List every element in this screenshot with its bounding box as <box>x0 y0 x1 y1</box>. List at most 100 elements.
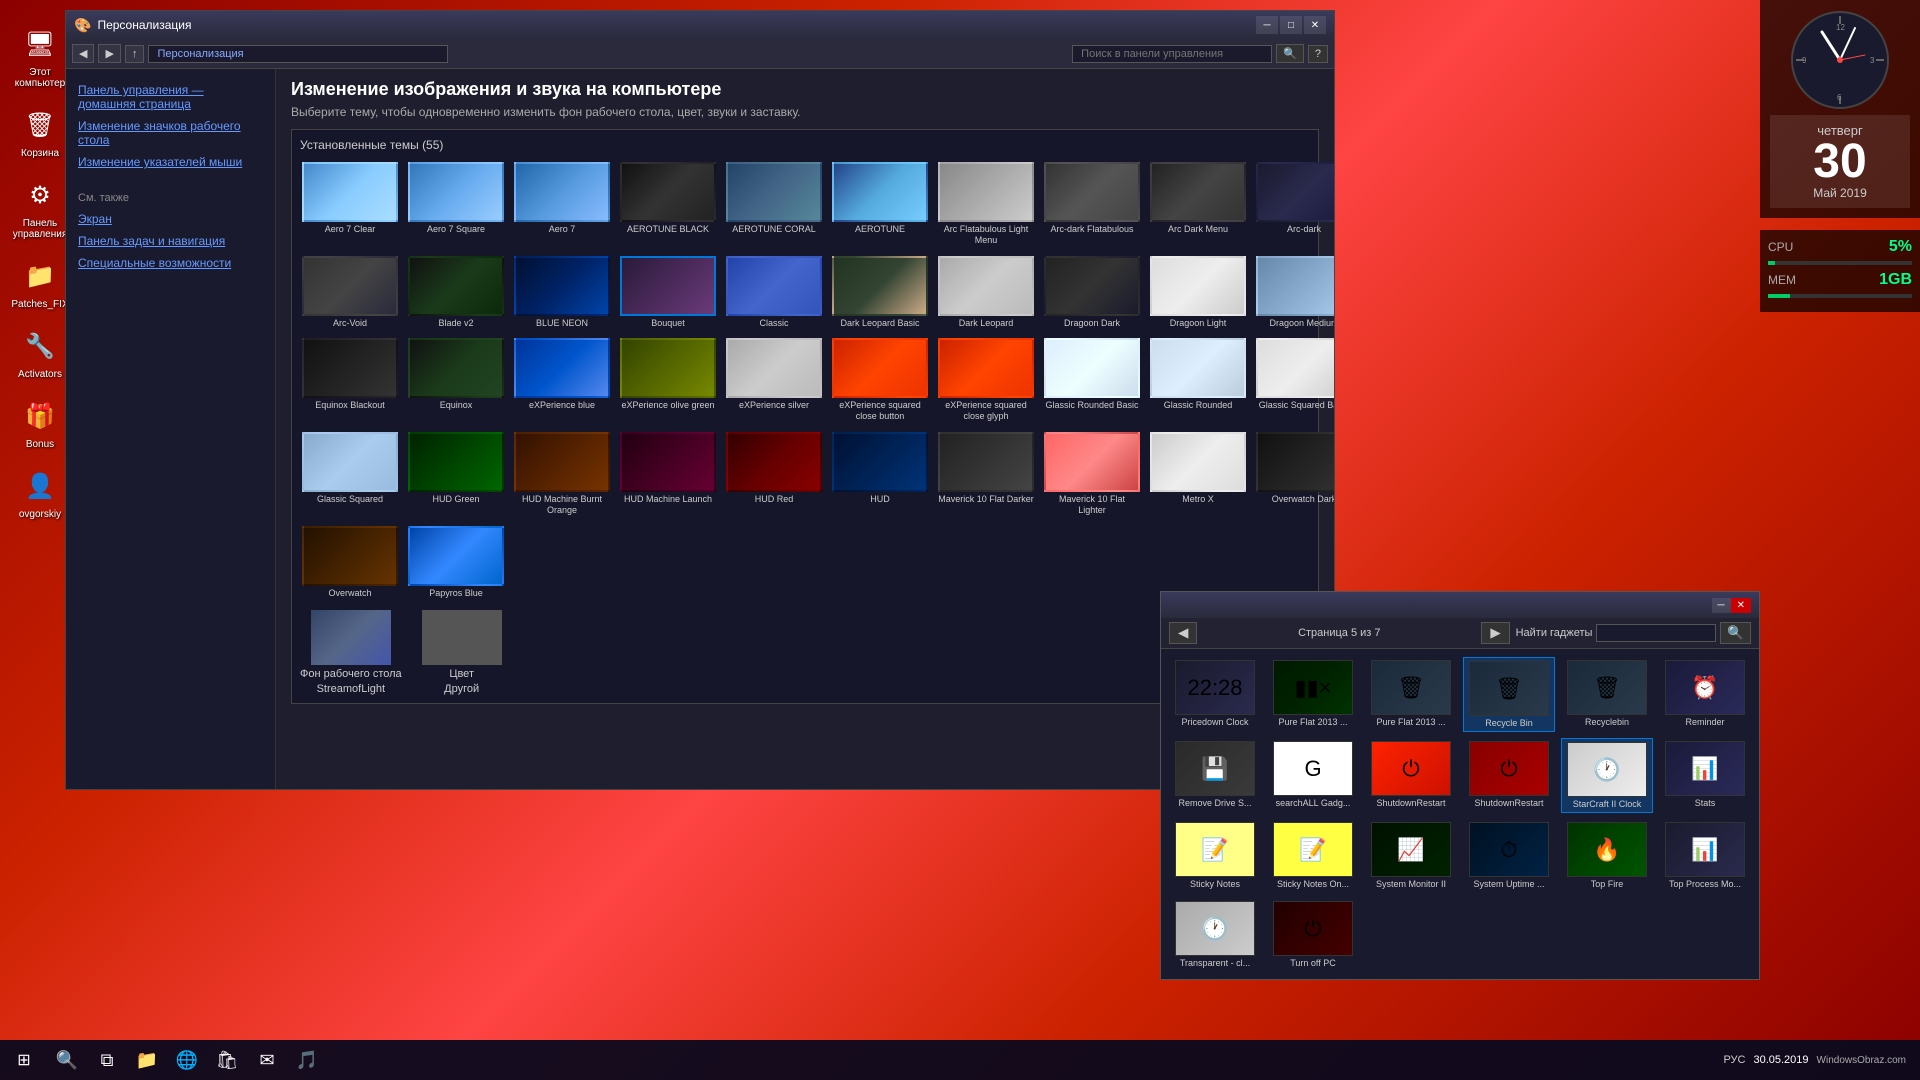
theme-item[interactable]: HUD Machine Burnt Orange <box>512 430 612 518</box>
gadget-item[interactable]: GsearchALL Gadg... <box>1267 738 1359 813</box>
theme-item[interactable]: Papyros Blue <box>406 524 506 601</box>
theme-item[interactable]: BLUE NEON <box>512 254 612 331</box>
theme-item[interactable]: Dark Leopard Basic <box>830 254 930 331</box>
sidebar-screen-link[interactable]: Экран <box>66 208 275 230</box>
theme-item[interactable]: Glassic Squared Basic <box>1254 336 1334 424</box>
theme-item[interactable]: Equinox <box>406 336 506 424</box>
theme-item[interactable]: Maverick 10 Flat Darker <box>936 430 1036 518</box>
search-input[interactable] <box>1072 45 1272 63</box>
gadget-thumb: 🗑 <box>1469 661 1549 716</box>
help-button[interactable]: ? <box>1308 45 1328 63</box>
gadget-item[interactable]: ▮▮×Pure Flat 2013 ... <box>1267 657 1359 732</box>
theme-item[interactable]: HUD Machine Launch <box>618 430 718 518</box>
gadget-item[interactable]: 📈System Monitor II <box>1365 819 1457 892</box>
theme-item[interactable]: Glassic Squared <box>300 430 400 518</box>
gadget-item[interactable]: 🗑Pure Flat 2013 ... <box>1365 657 1457 732</box>
gadget-name: Recyclebin <box>1567 717 1647 727</box>
theme-item[interactable]: eXPerience silver <box>724 336 824 424</box>
forward-button[interactable]: ▶ <box>98 44 120 63</box>
gadget-item[interactable]: 🕐StarCraft II Clock <box>1561 738 1653 813</box>
theme-thumb <box>1150 162 1246 222</box>
gadgets-next[interactable]: ▶ <box>1481 622 1509 644</box>
theme-item[interactable]: HUD <box>830 430 930 518</box>
theme-item[interactable]: Aero 7 Clear <box>300 160 400 248</box>
taskbar-media[interactable]: 🎵 <box>288 1042 326 1078</box>
gadgets-prev[interactable]: ◀ <box>1169 622 1197 644</box>
gadgets-minimize[interactable]: ─ <box>1712 598 1731 613</box>
theme-item[interactable]: Equinox Blackout <box>300 336 400 424</box>
gadget-item[interactable]: 🕐Transparent - cl... <box>1169 898 1261 971</box>
back-button[interactable]: ◀ <box>72 44 94 63</box>
gadget-item[interactable]: ⏻ShutdownRestart <box>1365 738 1457 813</box>
theme-item[interactable]: Blade v2 <box>406 254 506 331</box>
theme-item[interactable]: Aero 7 <box>512 160 612 248</box>
theme-item[interactable]: AEROTUNE BLACK <box>618 160 718 248</box>
gadget-item[interactable]: ⏰Reminder <box>1659 657 1751 732</box>
gadget-item[interactable]: 🔥Top Fire <box>1561 819 1653 892</box>
taskbar-explorer[interactable]: 📁 <box>128 1042 166 1078</box>
theme-item[interactable]: Overwatch <box>300 524 400 601</box>
theme-item[interactable]: eXPerience squared close glyph <box>936 336 1036 424</box>
taskbar-mail[interactable]: ✉ <box>248 1042 286 1078</box>
theme-item[interactable]: Arc-dark <box>1254 160 1334 248</box>
theme-item[interactable]: eXPerience blue <box>512 336 612 424</box>
close-button[interactable]: ✕ <box>1304 16 1326 34</box>
gadget-item[interactable]: 📊Stats <box>1659 738 1751 813</box>
theme-item[interactable]: Metro X <box>1148 430 1248 518</box>
theme-item[interactable]: HUD Red <box>724 430 824 518</box>
theme-item[interactable]: AEROTUNE CORAL <box>724 160 824 248</box>
search-button[interactable]: 🔍 <box>1276 44 1304 63</box>
fon-item-bg[interactable]: Фон рабочего стола StreamofLight <box>300 610 402 695</box>
gadget-item[interactable]: 📊Top Process Mo... <box>1659 819 1751 892</box>
gadgets-close[interactable]: ✕ <box>1731 598 1751 613</box>
theme-item[interactable]: Glassic Rounded Basic <box>1042 336 1142 424</box>
minimize-button[interactable]: ─ <box>1256 16 1278 34</box>
theme-item[interactable]: eXPerience squared close button <box>830 336 930 424</box>
sidebar-mouse-link[interactable]: Изменение указателей мыши <box>66 151 275 173</box>
theme-item[interactable]: Bouquet <box>618 254 718 331</box>
theme-item[interactable]: Arc Flatabulous Light Menu <box>936 160 1036 248</box>
theme-item[interactable]: Glassic Rounded <box>1148 336 1248 424</box>
main-subtitle: Выберите тему, чтобы одновременно измени… <box>291 105 1319 119</box>
taskbar-search[interactable]: 🔍 <box>48 1042 86 1078</box>
gadget-item[interactable]: 📝Sticky Notes <box>1169 819 1261 892</box>
sidebar-access-link[interactable]: Специальные возможности <box>66 252 275 274</box>
theme-item[interactable]: Arc-dark Flatabulous <box>1042 160 1142 248</box>
gadget-item[interactable]: 🗑Recycle Bin <box>1463 657 1555 732</box>
taskbar-task[interactable]: ⧉ <box>88 1042 126 1078</box>
theme-item[interactable]: HUD Green <box>406 430 506 518</box>
theme-item[interactable]: AEROTUNE <box>830 160 930 248</box>
gadget-item[interactable]: 💾Remove Drive S... <box>1169 738 1261 813</box>
taskbar-store[interactable]: 🛍 <box>208 1042 246 1078</box>
theme-name: Glassic Squared Basic <box>1256 400 1334 411</box>
theme-item[interactable]: eXPerience olive green <box>618 336 718 424</box>
theme-item[interactable]: Dragoon Dark <box>1042 254 1142 331</box>
gadget-item[interactable]: ⏱System Uptime ... <box>1463 819 1555 892</box>
theme-item[interactable]: Aero 7 Square <box>406 160 506 248</box>
sidebar-home-link[interactable]: Панель управления — домашняя страница <box>66 79 275 115</box>
gadget-item[interactable]: 🗑Recyclebin <box>1561 657 1653 732</box>
gadget-item[interactable]: 📝Sticky Notes On... <box>1267 819 1359 892</box>
maximize-button[interactable]: □ <box>1280 16 1302 34</box>
gadget-item[interactable]: ⏻ShutdownRestart <box>1463 738 1555 813</box>
theme-item[interactable]: Arc-Void <box>300 254 400 331</box>
gadgets-search-input[interactable] <box>1596 624 1716 642</box>
sidebar-taskbar-link[interactable]: Панель задач и навигация <box>66 230 275 252</box>
up-button[interactable]: ↑ <box>125 45 145 63</box>
gadgets-search-button[interactable]: 🔍 <box>1720 622 1751 644</box>
fon-item-color[interactable]: Цвет Другой <box>422 610 502 695</box>
nav-path[interactable]: Персонализация <box>148 45 448 63</box>
svg-text:9: 9 <box>1802 56 1807 65</box>
sidebar-icons-link[interactable]: Изменение значков рабочего стола <box>66 115 275 151</box>
theme-item[interactable]: Overwatch Dark <box>1254 430 1334 518</box>
gadget-item[interactable]: ⏻Turn off PC <box>1267 898 1359 971</box>
theme-item[interactable]: Dragoon Medium <box>1254 254 1334 331</box>
theme-item[interactable]: Dragoon Light <box>1148 254 1248 331</box>
theme-item[interactable]: Maverick 10 Flat Lighter <box>1042 430 1142 518</box>
taskbar-ie[interactable]: 🌐 <box>168 1042 206 1078</box>
theme-item[interactable]: Dark Leopard <box>936 254 1036 331</box>
start-button[interactable]: ⊞ <box>4 1042 44 1078</box>
theme-item[interactable]: Classic <box>724 254 824 331</box>
theme-item[interactable]: Arc Dark Menu <box>1148 160 1248 248</box>
gadget-item[interactable]: 22:28Pricedown Clock <box>1169 657 1261 732</box>
